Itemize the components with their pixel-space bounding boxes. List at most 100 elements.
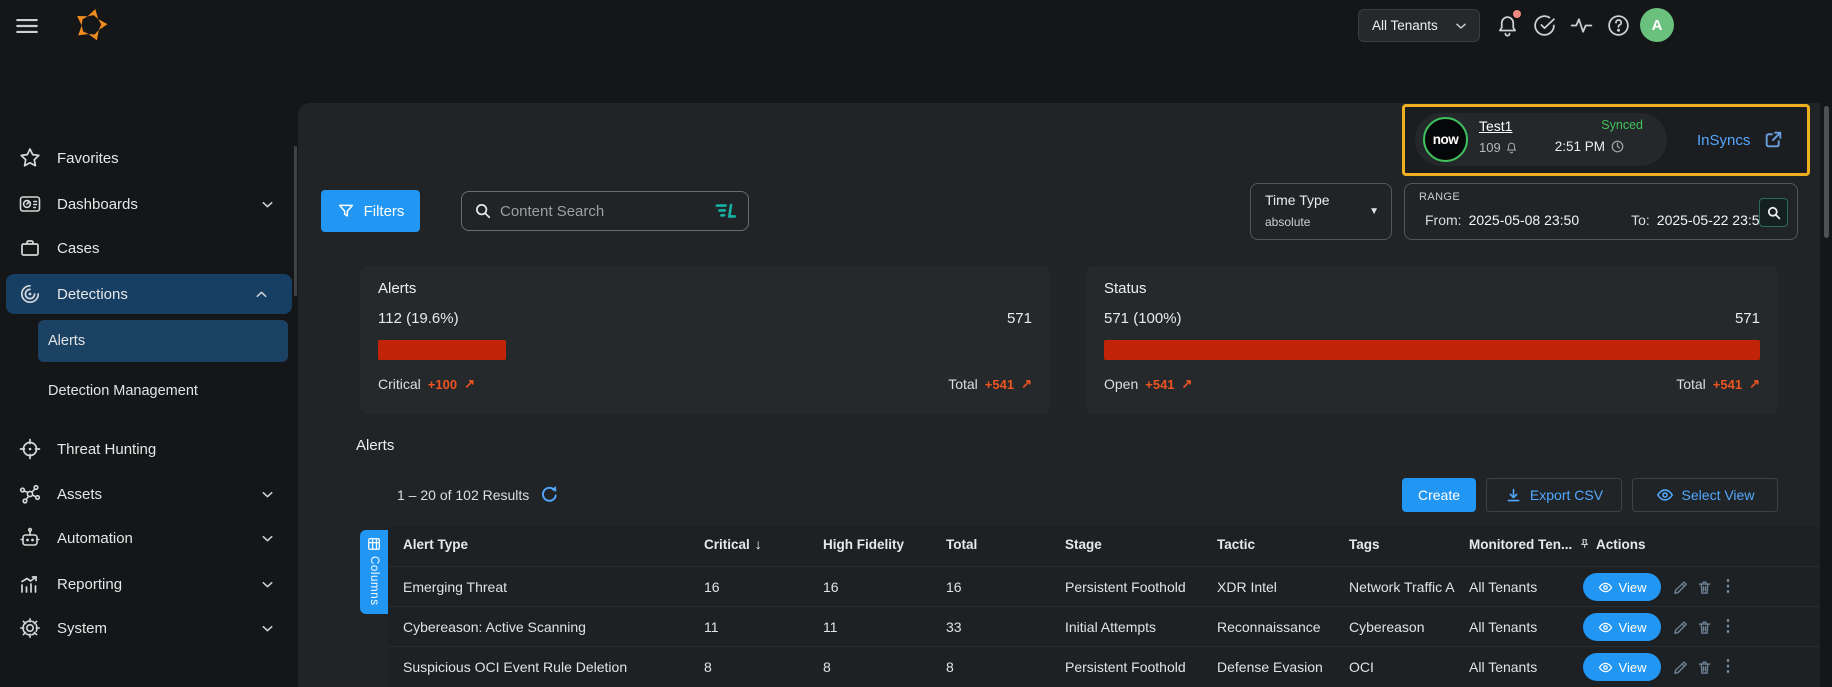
lucene-query-icon[interactable] (712, 201, 738, 221)
view-button[interactable]: View (1583, 613, 1661, 641)
range-search-button[interactable] (1759, 198, 1788, 227)
table-row[interactable]: Suspicious OCI Event Rule Deletion 8 8 8… (388, 646, 1820, 687)
refresh-icon[interactable] (540, 485, 559, 504)
content-search (461, 191, 749, 231)
card-title: Status (1104, 280, 1147, 297)
cell-total: 33 (946, 607, 962, 647)
cell-monitored-tenants: All Tenants (1469, 647, 1574, 687)
briefcase-icon (18, 236, 42, 260)
activity-pulse-icon[interactable] (1569, 13, 1595, 39)
cell-tags: Cybereason (1349, 607, 1462, 647)
sidebar-item-automation[interactable]: Automation (0, 518, 298, 558)
export-csv-button[interactable]: Export CSV (1486, 478, 1622, 512)
sidebar-item-detection-management[interactable]: Detection Management (38, 370, 288, 412)
time-type-dropdown[interactable]: Time Type absolute ▼ (1250, 183, 1392, 240)
time-range-box: RANGE From: 2025-05-08 23:50 To: 2025-05… (1404, 183, 1798, 240)
sidebar-nav: Favorites Dashboards Cases Detections (0, 51, 298, 687)
columns-button[interactable]: Columns (360, 530, 388, 614)
sidebar-item-assets[interactable]: Assets (0, 474, 298, 514)
sidebar-item-label: Assets (57, 486, 102, 503)
edit-pencil-icon[interactable] (1672, 659, 1689, 676)
table-row[interactable]: Cybereason: Active Scanning 11 11 33 Ini… (388, 606, 1820, 646)
sidebar-item-alerts[interactable]: Alerts (38, 320, 288, 362)
cell-tags: Network Traffic A (1349, 567, 1462, 607)
alerts-summary-card: Alerts 112 (19.6%) 571 Critical +100 ↗ T… (360, 266, 1050, 414)
view-button[interactable]: View (1583, 573, 1661, 601)
footer-left-label[interactable]: Open (1104, 376, 1138, 392)
table-row[interactable]: Emerging Threat 16 16 16 Persistent Foot… (388, 566, 1820, 606)
page-scrollbar[interactable] (1824, 106, 1829, 238)
cell-stage: Persistent Foothold (1065, 567, 1210, 607)
column-header-high-fidelity[interactable]: High Fidelity (823, 535, 904, 553)
column-header-tags[interactable]: Tags (1349, 535, 1380, 553)
column-header-critical[interactable]: Critical ↓ (704, 535, 762, 553)
cell-critical: 11 (704, 607, 719, 647)
sidebar-item-favorites[interactable]: Favorites (0, 138, 298, 178)
avatar-initial: A (1652, 17, 1663, 34)
sync-widget: now Test1 109 Synced 2:51 PM InSyncs (1402, 104, 1810, 176)
sort-desc-icon: ↓ (755, 536, 762, 552)
cell-high-fidelity: 16 (823, 567, 839, 607)
cell-alert-type: Cybereason: Active Scanning (403, 607, 693, 647)
sync-tenant-name[interactable]: Test1 (1479, 118, 1512, 134)
content-search-input[interactable] (500, 203, 712, 220)
sync-alert-count-value: 109 (1479, 140, 1501, 155)
external-link-icon[interactable] (1763, 129, 1784, 150)
dropdown-triangle-icon: ▼ (1369, 206, 1379, 217)
filters-button-label: Filters (364, 203, 405, 220)
column-header-stage[interactable]: Stage (1065, 535, 1102, 553)
edit-pencil-icon[interactable] (1672, 619, 1689, 636)
create-button[interactable]: Create (1402, 478, 1476, 512)
column-header-tactic[interactable]: Tactic (1217, 535, 1255, 553)
column-header-monitored-tenants[interactable]: Monitored Ten... (1469, 535, 1572, 553)
sidebar-item-cases[interactable]: Cases (0, 228, 298, 268)
tenant-selector[interactable]: All Tenants (1358, 9, 1480, 42)
chart-icon (18, 572, 42, 596)
user-avatar[interactable]: A (1640, 8, 1674, 42)
sidebar-item-system[interactable]: System (0, 608, 298, 648)
kebab-menu-icon[interactable]: ⋮ (1720, 654, 1734, 680)
brand-logo-icon[interactable] (72, 6, 110, 44)
cell-tactic: Reconnaissance (1217, 607, 1342, 647)
footer-right-label[interactable]: Total (1676, 376, 1706, 392)
sidebar-item-threat-hunting[interactable]: Threat Hunting (0, 429, 298, 469)
select-view-button[interactable]: Select View (1632, 478, 1778, 512)
task-check-icon[interactable] (1532, 13, 1558, 39)
view-button-label: View (1619, 620, 1647, 635)
sync-time-value: 2:51 PM (1555, 139, 1605, 154)
sidebar-item-reporting[interactable]: Reporting (0, 564, 298, 604)
sidebar-item-detections[interactable]: Detections (6, 274, 292, 314)
sidebar-scrollbar[interactable] (294, 146, 297, 296)
range-from-value[interactable]: 2025-05-08 23:50 (1469, 212, 1580, 228)
range-to-value[interactable]: 2025-05-22 23:50 (1657, 212, 1768, 228)
delete-trash-icon[interactable] (1696, 619, 1713, 636)
delete-trash-icon[interactable] (1696, 579, 1713, 596)
view-button[interactable]: View (1583, 653, 1661, 681)
insyncs-link[interactable]: InSyncs (1697, 132, 1750, 149)
trend-up-icon: ↗ (1749, 376, 1760, 392)
delete-trash-icon[interactable] (1696, 659, 1713, 676)
chevron-down-icon (1453, 18, 1469, 34)
kebab-menu-icon[interactable]: ⋮ (1720, 614, 1734, 640)
column-header-alert-type[interactable]: Alert Type (403, 535, 468, 553)
footer-left-label[interactable]: Critical (378, 376, 421, 392)
column-header-total[interactable]: Total (946, 535, 977, 553)
card-left-value: 112 (19.6%) (378, 310, 459, 327)
sidebar-item-label: Reporting (57, 576, 122, 593)
cell-monitored-tenants: All Tenants (1469, 567, 1574, 607)
kebab-menu-icon[interactable]: ⋮ (1720, 574, 1734, 600)
sidebar-item-dashboards[interactable]: Dashboards (0, 184, 298, 224)
footer-right-delta: +541 (1713, 377, 1742, 392)
chevron-down-icon (259, 620, 276, 637)
search-icon (1766, 205, 1782, 221)
edit-pencil-icon[interactable] (1672, 579, 1689, 596)
filters-button[interactable]: Filters (321, 190, 420, 232)
eye-icon (1656, 486, 1674, 504)
help-icon[interactable] (1606, 13, 1632, 39)
hamburger-menu-icon[interactable] (14, 13, 40, 39)
tenant-selector-value: All Tenants (1372, 18, 1438, 33)
time-type-value: absolute (1265, 215, 1310, 229)
search-icon (474, 202, 492, 220)
column-header-actions[interactable]: Actions (1578, 535, 1646, 553)
footer-right-label[interactable]: Total (948, 376, 978, 392)
